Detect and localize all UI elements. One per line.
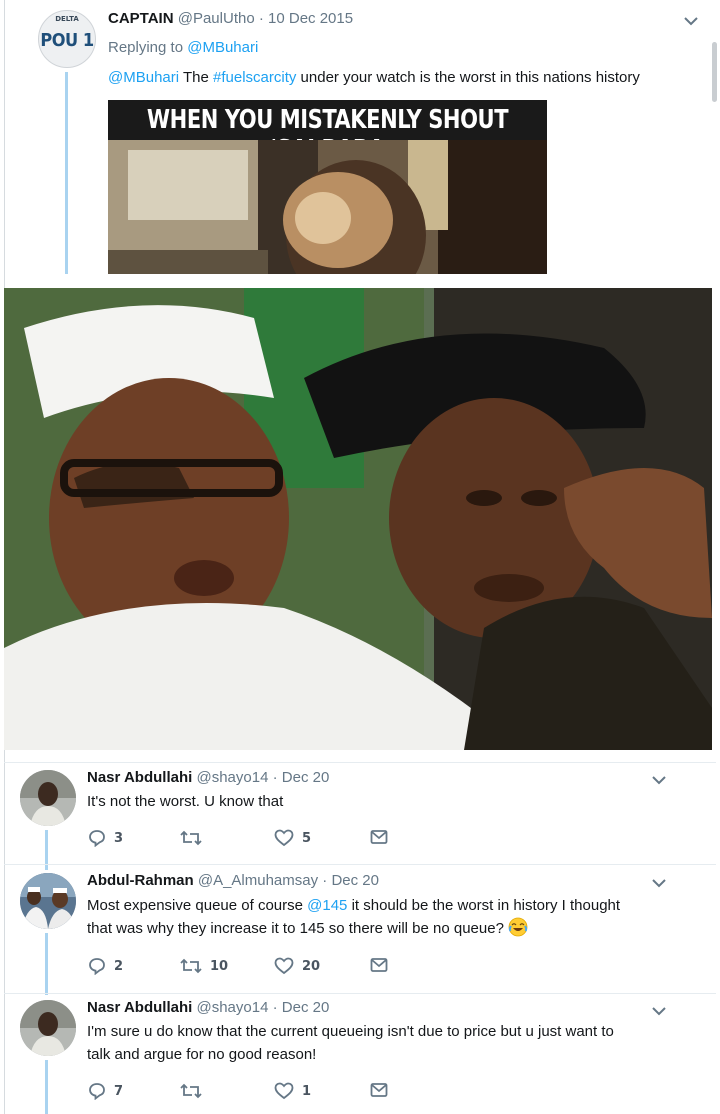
user-handle[interactable]: @A_Almuhamsay: [198, 872, 318, 889]
tweet-header: CAPTAIN @PaulUtho · 10 Dec 2015: [108, 10, 353, 27]
message-button[interactable]: [370, 1082, 388, 1098]
message-icon: [370, 830, 388, 844]
tweet-header: Nasr Abdullahi @shayo14 · Dec 20: [87, 999, 329, 1016]
avatar-image: [20, 1000, 76, 1056]
tweet-text: Most expensive queue of course @145 it s…: [87, 894, 687, 940]
like-count: 1: [302, 1083, 312, 1099]
tweet-text-line: I'm sure u do know that the current queu…: [87, 1023, 614, 1040]
reply-button[interactable]: 7: [88, 1082, 123, 1100]
replying-to: Replying to @MBuhari: [108, 39, 258, 56]
retweet-icon: [180, 1083, 202, 1099]
chevron-down-icon[interactable]: [652, 775, 666, 785]
divider: [4, 993, 716, 994]
divider: [4, 762, 716, 763]
tweet-actions: 7 1: [88, 1082, 408, 1102]
like-button[interactable]: 1: [274, 1082, 311, 1100]
separator-dot: ·: [258, 10, 264, 27]
retweet-icon: [180, 958, 202, 974]
tweet-date[interactable]: Dec 20: [282, 999, 330, 1016]
like-count: 20: [302, 958, 321, 974]
reply-icon: [89, 1083, 105, 1100]
tweet-text-pre: Most expensive queue of course: [87, 897, 308, 914]
mention-link[interactable]: @MBuhari: [108, 69, 179, 86]
tweet-text-line2: that was why they increase it to 145 so …: [87, 920, 509, 937]
reply-icon: [89, 958, 105, 975]
user-handle[interactable]: @shayo14: [196, 769, 268, 786]
tweet-media-photo[interactable]: [4, 288, 712, 750]
tweet-text: It's not the worst. U know that: [87, 793, 284, 810]
tweet-header: Nasr Abdullahi @shayo14 · Dec 20: [87, 769, 329, 786]
thread-line: [65, 72, 68, 274]
retweet-button[interactable]: [180, 829, 210, 847]
separator-dot: ·: [322, 872, 328, 889]
avatar-logo-top: DELTA: [55, 15, 79, 23]
replying-label: Replying to: [108, 39, 184, 56]
tweet-text: @MBuhari The #fuelscarcity under your wa…: [108, 66, 640, 89]
avatar-logo-text: POU 1: [40, 30, 94, 51]
tweet-text-line: Most expensive queue of course @145 it s…: [87, 894, 687, 917]
tweet-actions: 3 5: [88, 829, 408, 849]
avatar[interactable]: DELTA POU 1: [38, 10, 96, 68]
reply-count: 7: [114, 1083, 124, 1099]
tweet-text-line: talk and argue for no good reason!: [87, 1046, 317, 1063]
thread-line: [45, 933, 48, 995]
scrollbar-thumb[interactable]: [712, 42, 717, 102]
reply-count: 3: [114, 830, 124, 846]
tweet-date[interactable]: 10 Dec 2015: [268, 10, 353, 27]
tweet-text: I'm sure u do know that the current queu…: [87, 1020, 697, 1066]
avatar[interactable]: [20, 770, 76, 826]
tweet-actions: 2 10 20: [88, 957, 408, 977]
divider: [4, 864, 716, 865]
user-handle[interactable]: @PaulUtho: [178, 10, 255, 27]
user-handle[interactable]: @shayo14: [196, 999, 268, 1016]
like-button[interactable]: 5: [274, 829, 311, 847]
like-icon: [274, 829, 294, 847]
retweet-icon: [180, 830, 202, 846]
separator-dot: ·: [272, 769, 278, 786]
tweet-text-post: it should be the worst in history I thou…: [347, 897, 621, 914]
retweet-count: 10: [210, 958, 229, 974]
tweet-media-meme[interactable]: WHEN YOU MISTAKENLY SHOUT 'SAI BABA: [108, 100, 547, 274]
like-count: 5: [302, 830, 312, 846]
avatar-image: [20, 770, 76, 826]
message-icon: [370, 1083, 388, 1097]
tweet-text-post: under your watch is the worst in this na…: [296, 69, 640, 86]
message-button[interactable]: [370, 829, 388, 845]
tweet-date[interactable]: Dec 20: [282, 769, 330, 786]
message-icon: [370, 958, 388, 972]
chevron-down-icon[interactable]: [684, 16, 698, 26]
display-name[interactable]: CAPTAIN: [108, 10, 174, 27]
message-button[interactable]: [370, 957, 388, 973]
photo-image: [4, 288, 712, 750]
mention-link[interactable]: @145: [307, 897, 347, 914]
thread-line: [45, 1060, 48, 1114]
avatar-image: [20, 873, 76, 929]
separator-dot: ·: [272, 999, 278, 1016]
display-name[interactable]: Nasr Abdullahi: [87, 999, 192, 1016]
tweet-text-line: that was why they increase it to 145 so …: [87, 917, 687, 940]
like-icon: [274, 1082, 294, 1100]
chevron-down-icon[interactable]: [652, 878, 666, 888]
replying-to-link[interactable]: @MBuhari: [187, 39, 258, 56]
tweet-header: Abdul-Rahman @A_Almuhamsay · Dec 20: [87, 872, 379, 889]
display-name[interactable]: Nasr Abdullahi: [87, 769, 192, 786]
reply-button[interactable]: 3: [88, 829, 123, 847]
like-icon: [274, 957, 294, 975]
reply-count: 2: [114, 958, 124, 974]
retweet-button[interactable]: 10: [180, 957, 228, 975]
reply-icon: [89, 830, 105, 847]
tweet-date[interactable]: Dec 20: [331, 872, 379, 889]
avatar[interactable]: [20, 873, 76, 929]
joy-emoji-icon: [508, 917, 528, 937]
display-name[interactable]: Abdul-Rahman: [87, 872, 194, 889]
hashtag-link[interactable]: #fuelscarcity: [213, 69, 296, 86]
reply-button[interactable]: 2: [88, 957, 123, 975]
like-button[interactable]: 20: [274, 957, 320, 975]
retweet-button[interactable]: [180, 1082, 210, 1100]
chevron-down-icon[interactable]: [652, 1006, 666, 1016]
meme-scene-image: [108, 140, 547, 274]
tweet-text-pre: The: [179, 69, 214, 86]
avatar[interactable]: [20, 1000, 76, 1056]
